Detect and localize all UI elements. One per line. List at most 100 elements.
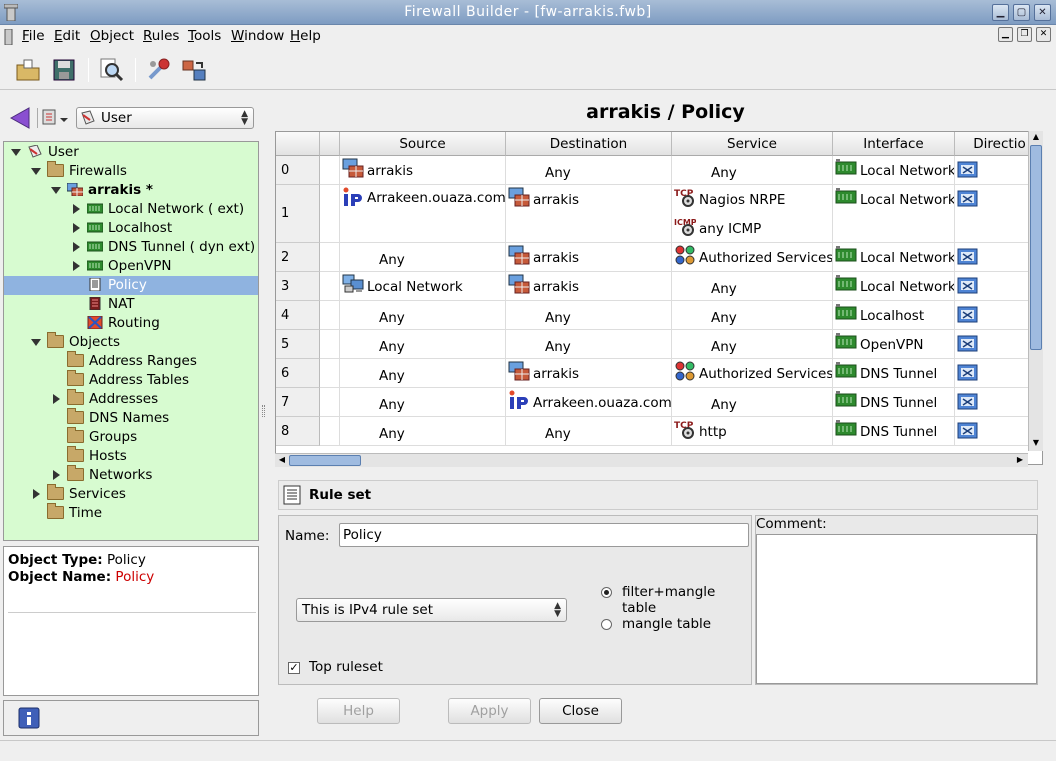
expand-arrow-icon[interactable] [33, 489, 40, 499]
column-header[interactable]: Source [340, 132, 506, 156]
mdi-close-button[interactable]: ✕ [1036, 27, 1051, 42]
scroll-left-icon[interactable]: ◀ [276, 454, 288, 466]
rule-gap-cell[interactable] [320, 417, 340, 446]
tree-node[interactable]: NAT [87, 295, 135, 314]
rule-gap-cell[interactable] [320, 185, 340, 243]
menu-help[interactable]: Help [290, 28, 321, 44]
rule-iface-cell[interactable]: Localhost [833, 301, 955, 330]
collapse-arrow-icon[interactable] [31, 339, 41, 346]
tree-node[interactable]: Groups [67, 427, 137, 447]
open-icon[interactable] [14, 56, 42, 84]
tree-node[interactable]: Time [47, 503, 102, 523]
filter-mangle-radio[interactable] [601, 587, 612, 598]
rule-number[interactable]: 7 [276, 388, 320, 417]
rule-service-cell[interactable]: TCP Nagios NRPE ICMP any ICMP [672, 185, 833, 243]
apply-button[interactable]: Apply [448, 698, 531, 724]
rule-iface-cell[interactable]: DNS Tunnel [833, 388, 955, 417]
tree-node[interactable]: User [27, 143, 79, 162]
collapse-arrow-icon[interactable] [51, 187, 61, 194]
rule-dest-cell[interactable]: arrakis [506, 243, 672, 272]
menu-object[interactable]: Object [90, 28, 134, 44]
expand-arrow-icon[interactable] [73, 261, 80, 271]
tree-node[interactable]: DNS Tunnel ( dyn ext) [87, 238, 255, 257]
menu-edit[interactable]: Edit [54, 28, 80, 44]
rule-number[interactable]: 4 [276, 301, 320, 330]
rule-source-cell[interactable]: Local Network [340, 272, 506, 301]
expand-arrow-icon[interactable] [73, 204, 80, 214]
library-combo[interactable]: User ▲ ▼ [76, 107, 254, 129]
rule-service-cell[interactable]: Any [672, 330, 833, 359]
rule-dest-cell[interactable]: arrakis [506, 359, 672, 388]
tree-node[interactable]: Objects [47, 332, 120, 352]
rule-source-cell[interactable]: Any [340, 359, 506, 388]
rule-source-cell[interactable]: Any [340, 388, 506, 417]
mangle-radio[interactable] [601, 619, 612, 630]
rule-dest-cell[interactable]: Any [506, 330, 672, 359]
column-header-blank[interactable] [320, 132, 340, 156]
rule-dest-cell[interactable]: arrakis [506, 272, 672, 301]
rule-number[interactable]: 1 [276, 185, 320, 243]
rule-iface-cell[interactable]: Local Network [833, 243, 955, 272]
scroll-right-icon[interactable]: ▶ [1014, 454, 1026, 466]
tree-node[interactable]: Localhost [87, 219, 172, 238]
rule-dest-cell[interactable]: Any [506, 156, 672, 185]
column-header-blank[interactable] [276, 132, 320, 156]
menu-rules[interactable]: Rules [143, 28, 179, 44]
info-icon[interactable] [18, 707, 40, 729]
find-icon[interactable] [97, 56, 125, 84]
rule-number[interactable]: 6 [276, 359, 320, 388]
rule-iface-cell[interactable]: DNS Tunnel [833, 359, 955, 388]
menu-window[interactable]: Window [231, 28, 284, 44]
collapse-arrow-icon[interactable] [11, 149, 21, 156]
rule-number[interactable]: 5 [276, 330, 320, 359]
rule-service-cell[interactable]: Any [672, 272, 833, 301]
compile-icon[interactable] [145, 56, 173, 84]
maximize-button[interactable]: ▢ [1013, 4, 1030, 21]
tree-node[interactable]: Address Ranges [67, 351, 197, 371]
tree-node[interactable]: Addresses [67, 389, 158, 409]
vertical-scrollbar[interactable]: ▲ ▼ [1028, 131, 1043, 451]
rule-iface-cell[interactable]: Local Network [833, 156, 955, 185]
comment-textarea[interactable] [756, 534, 1037, 684]
rule-service-cell[interactable]: Any [672, 156, 833, 185]
name-input[interactable]: Policy [339, 523, 749, 547]
rule-dest-cell[interactable]: Any [506, 301, 672, 330]
expand-arrow-icon[interactable] [53, 470, 60, 480]
rule-number[interactable]: 0 [276, 156, 320, 185]
rule-gap-cell[interactable] [320, 388, 340, 417]
tree-node[interactable]: Address Tables [67, 370, 189, 390]
tree-node[interactable]: DNS Names [67, 408, 169, 428]
horizontal-scroll-thumb[interactable] [289, 455, 361, 466]
minimize-button[interactable]: ▁ [992, 4, 1009, 21]
scroll-down-icon[interactable]: ▼ [1030, 437, 1042, 449]
rule-iface-cell[interactable]: Local Network [833, 272, 955, 301]
rule-iface-cell[interactable]: Local Network [833, 185, 955, 243]
rule-source-cell[interactable]: Any [340, 330, 506, 359]
policy-rules-table[interactable]: Source Destination Service Interface Directi… [275, 131, 1043, 465]
rule-number[interactable]: 3 [276, 272, 320, 301]
column-header[interactable]: Service [672, 132, 833, 156]
rule-gap-cell[interactable] [320, 301, 340, 330]
rule-source-cell[interactable]: arrakis [340, 156, 506, 185]
install-icon[interactable] [180, 56, 208, 84]
new-object-menu-icon[interactable] [42, 108, 72, 128]
tree-node[interactable]: OpenVPN [87, 257, 172, 276]
top-ruleset-checkbox[interactable]: ✓ [288, 662, 300, 674]
menu-file[interactable]: File [22, 28, 45, 44]
tree-node[interactable]: Hosts [67, 446, 127, 466]
expand-arrow-icon[interactable] [53, 394, 60, 404]
collapse-arrow-icon[interactable] [31, 168, 41, 175]
tree-node[interactable]: Services [47, 484, 126, 504]
rule-gap-cell[interactable] [320, 330, 340, 359]
rule-gap-cell[interactable] [320, 272, 340, 301]
help-button[interactable]: Help [317, 698, 400, 724]
expand-arrow-icon[interactable] [73, 223, 80, 233]
expand-arrow-icon[interactable] [73, 242, 80, 252]
rule-source-cell[interactable]: Arrakeen.ouaza.com [340, 185, 506, 243]
rule-dest-cell[interactable]: arrakis [506, 185, 672, 243]
back-arrow-icon[interactable] [9, 106, 35, 130]
rule-iface-cell[interactable]: DNS Tunnel [833, 417, 955, 446]
rule-service-cell[interactable]: Any [672, 301, 833, 330]
column-header[interactable]: Interface [833, 132, 955, 156]
column-header[interactable]: Destination [506, 132, 672, 156]
